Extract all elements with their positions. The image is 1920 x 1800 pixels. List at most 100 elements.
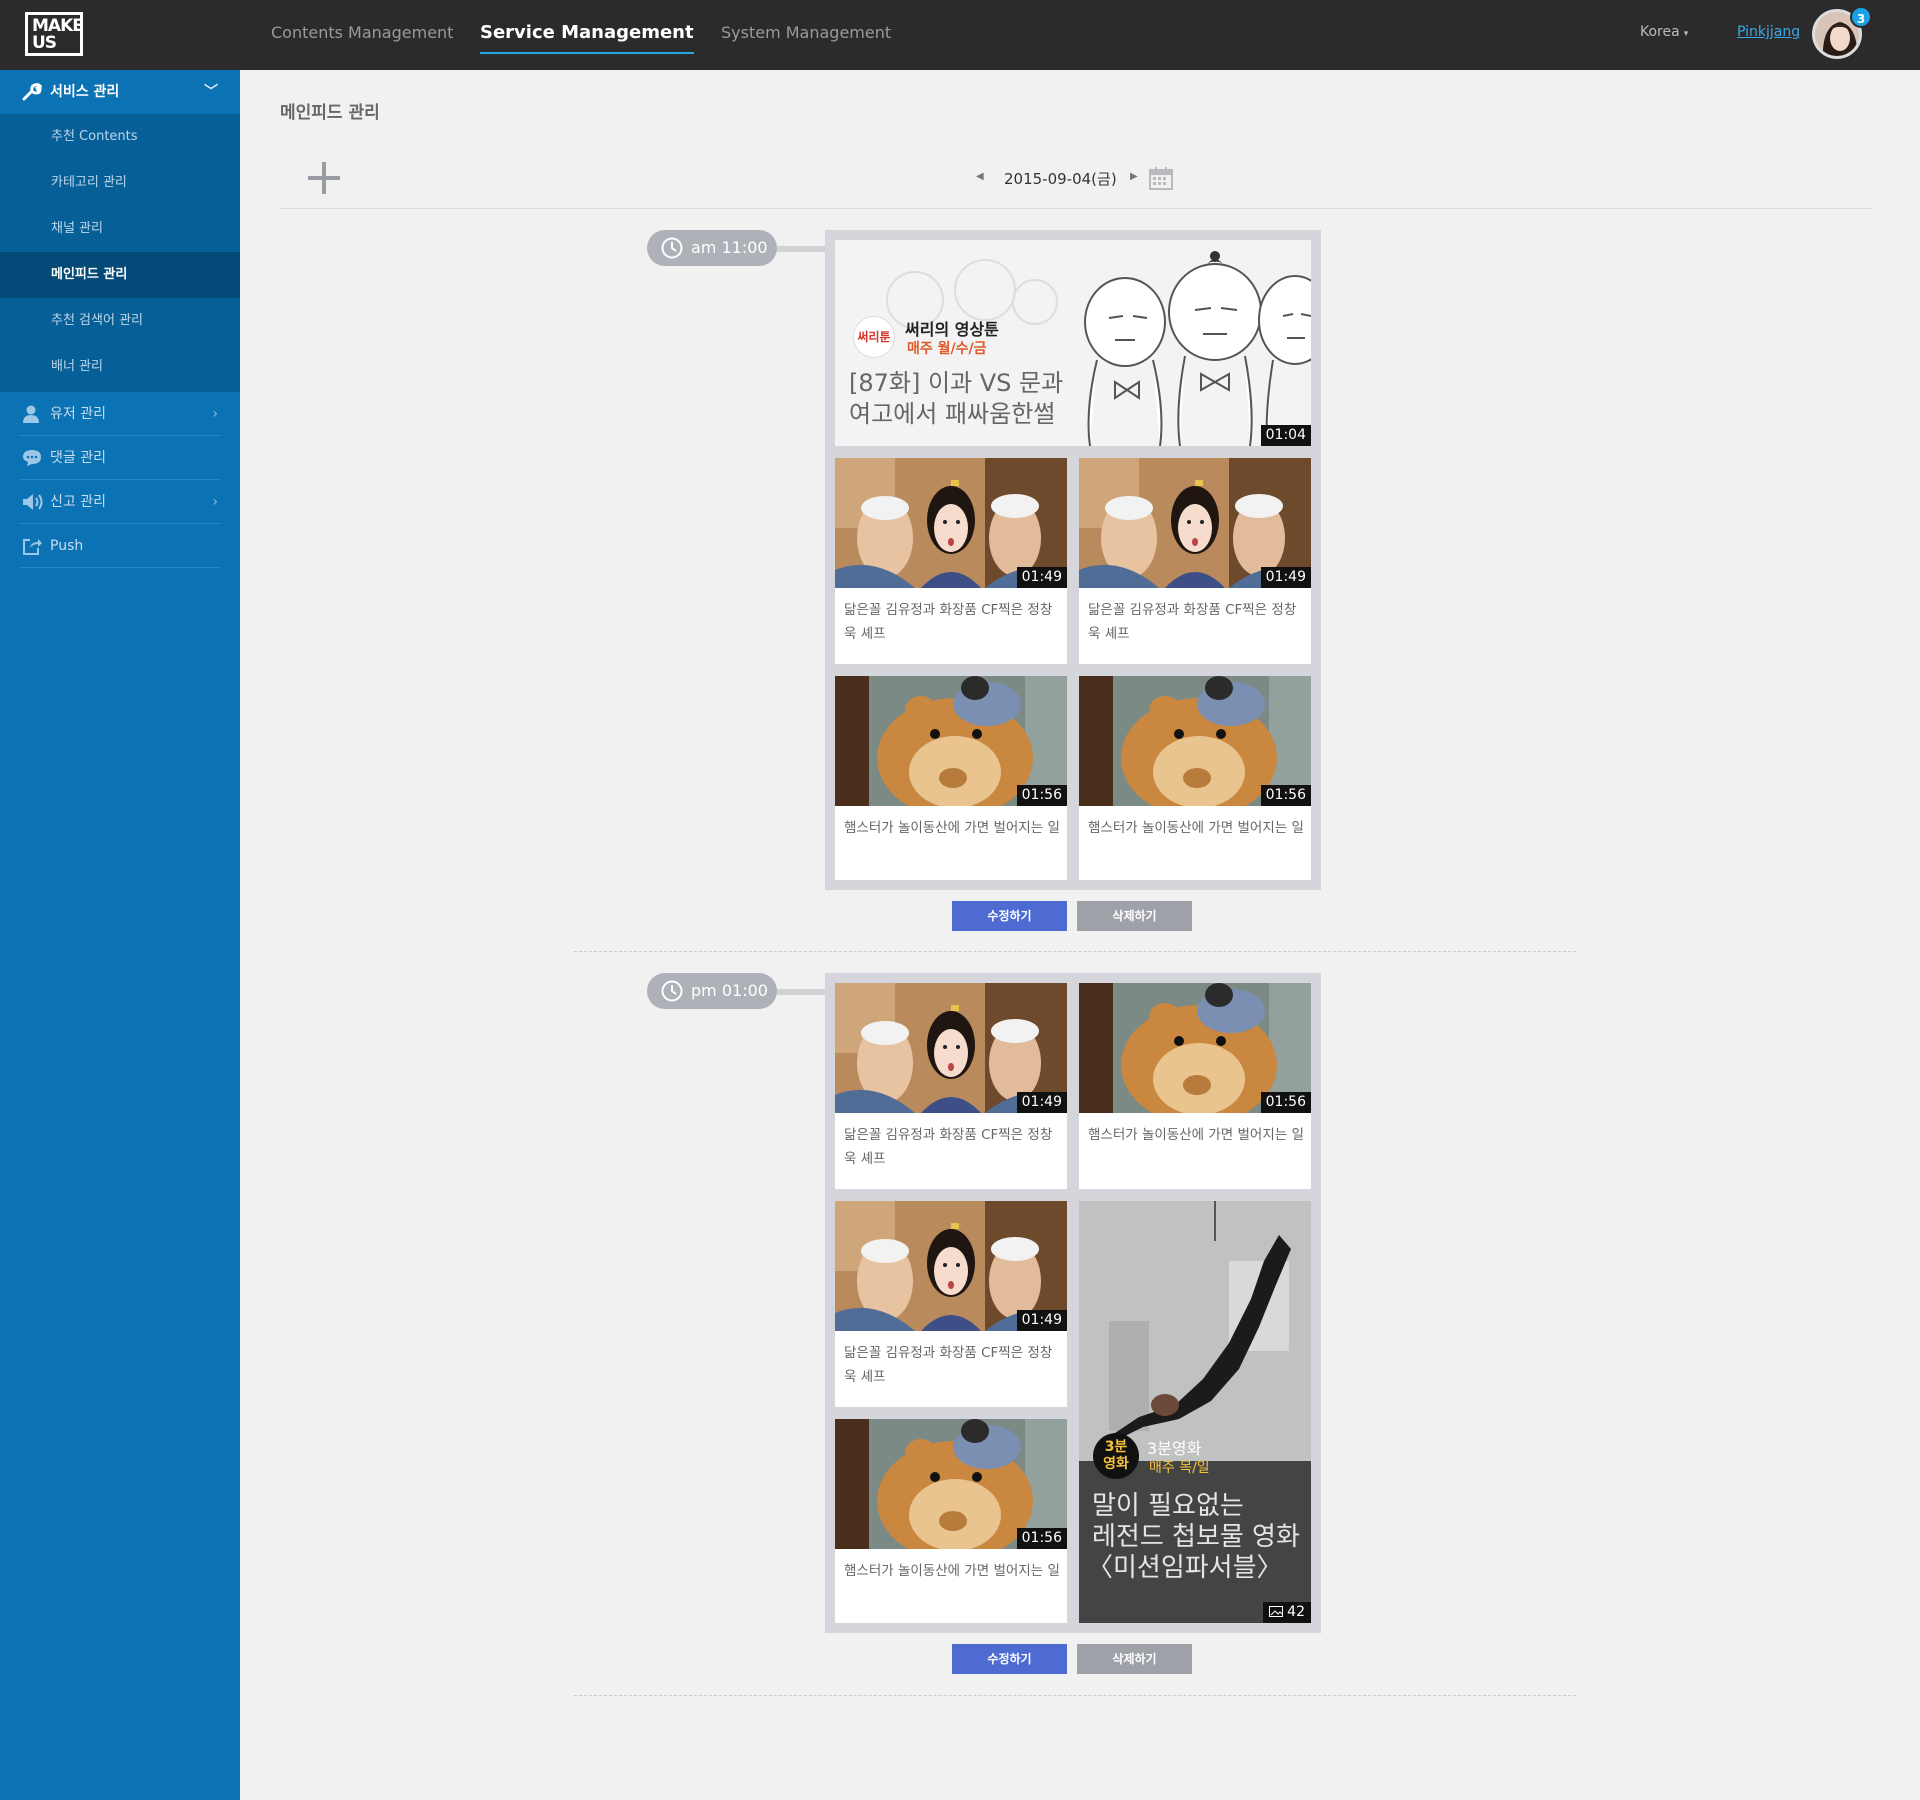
video-title: 닮은꼴 김유정과 화장품 CF찍은 정창욱 셰프 <box>844 1345 1053 1385</box>
sidebar-item-reports[interactable]: 신고 관리 › <box>20 480 220 524</box>
chevron-down-icon: ﹀ <box>204 84 218 100</box>
feed-box: 써리툰 써리의 영상툰 매주 월/수/금 [87화] 이과 VS 문과 여고에서… <box>825 230 1321 890</box>
hero-schedule: 매주 월/수/금 <box>907 341 987 357</box>
timeline-connector <box>777 246 825 252</box>
sidebar-item-label: Push <box>50 538 84 554</box>
duration-badge: 01:49 <box>1016 567 1067 588</box>
timeline-connector <box>777 989 825 995</box>
chevron-right-icon: › <box>212 494 218 510</box>
feed-video-card[interactable]: 01:56 햄스터가 놀이동산에 가면 벌어지는 일 <box>835 676 1067 880</box>
nav-service-management[interactable]: Service Management <box>480 0 694 70</box>
feed-time-pill: am 11:00 <box>647 230 777 266</box>
feed-video-card[interactable]: 01:56 햄스터가 놀이동산에 가면 벌어지는 일 <box>835 1419 1067 1623</box>
duration-badge: 01:49 <box>1260 567 1311 588</box>
region-selector[interactable]: Korea ▾ <box>1640 0 1688 66</box>
clock-icon <box>661 237 683 259</box>
video-title: 닮은꼴 김유정과 화장품 CF찍은 정창욱 셰프 <box>1088 602 1297 642</box>
username-link[interactable]: Pinkjjang <box>1737 0 1800 64</box>
duration-badge: 01:56 <box>1260 785 1311 806</box>
image-count-badge: 42 <box>1262 1602 1311 1623</box>
feed-video-card[interactable]: 01:56 햄스터가 놀이동산에 가면 벌어지는 일 <box>1079 983 1311 1189</box>
feed-video-card[interactable]: 01:49 닮은꼴 김유정과 화장품 CF찍은 정창욱 셰프 <box>1079 458 1311 664</box>
sidebar-item-channel[interactable]: 채널 관리 <box>0 206 240 252</box>
delete-button[interactable]: 삭제하기 <box>1077 1644 1192 1674</box>
prev-date-arrow-icon[interactable]: ◀ <box>976 171 984 182</box>
video-thumbnail: 01:56 <box>1079 676 1311 806</box>
video-thumbnail: 01:49 <box>835 458 1067 588</box>
video-title: 닮은꼴 김유정과 화장품 CF찍은 정창욱 셰프 <box>844 1127 1053 1167</box>
feed-video-card[interactable]: 01:49 닮은꼴 김유정과 화장품 CF찍은 정창욱 셰프 <box>835 983 1067 1189</box>
duration-badge: 01:56 <box>1016 785 1067 806</box>
sidebar-item-users[interactable]: 유저 관리 › <box>20 392 220 436</box>
next-date-arrow-icon[interactable]: ▶ <box>1130 171 1138 182</box>
movie-title-line3: 〈미션임파서블〉 <box>1087 1553 1283 1583</box>
movie-channel-name: 3분영화 <box>1147 1439 1202 1458</box>
sidebar-item-main-feed[interactable]: 메인피드 관리 <box>0 252 240 298</box>
sidebar-submenu: 추천 Contents 카테고리 관리 채널 관리 메인피드 관리 추천 검색어… <box>0 114 240 392</box>
chevron-right-icon: › <box>212 406 218 422</box>
clock-icon <box>661 980 683 1002</box>
feed-time-label: pm 01:00 <box>691 981 768 1000</box>
logo-line2: US <box>32 33 57 53</box>
sidebar: 서비스 관리 ﹀ 추천 Contents 카테고리 관리 채널 관리 메인피드 … <box>0 70 240 1800</box>
movie-title-line1: 말이 필요없는 <box>1092 1491 1244 1521</box>
delete-button[interactable]: 삭제하기 <box>1077 901 1192 931</box>
feed-video-card[interactable]: 01:56 햄스터가 놀이동산에 가면 벌어지는 일 <box>1079 676 1311 880</box>
sidebar-section-service[interactable]: 서비스 관리 ﹀ <box>0 70 240 114</box>
video-title: 햄스터가 놀이동산에 가면 벌어지는 일 <box>844 820 1060 836</box>
duration-badge: 01:56 <box>1016 1528 1067 1549</box>
feed-separator <box>574 1695 1576 1696</box>
share-icon <box>23 539 42 555</box>
caret-down-icon: ▾ <box>1683 29 1689 39</box>
video-thumbnail: 01:49 <box>1079 458 1311 588</box>
video-title: 닮은꼴 김유정과 화장품 CF찍은 정창욱 셰프 <box>844 602 1053 642</box>
sidebar-section-label: 서비스 관리 <box>50 84 120 100</box>
add-feed-button[interactable] <box>306 160 342 196</box>
sidebar-item-label: 신고 관리 <box>50 494 106 510</box>
sidebar-item-category[interactable]: 카테고리 관리 <box>0 160 240 206</box>
speech-bubble-icon <box>23 450 41 466</box>
nav-system-management[interactable]: System Management <box>721 0 891 70</box>
feed-time-pill: pm 01:00 <box>647 973 777 1009</box>
sidebar-item-comments[interactable]: 댓글 관리 <box>20 436 220 480</box>
movie-schedule: 매주 목/일 <box>1149 1460 1210 1476</box>
region-label: Korea <box>1640 24 1680 40</box>
feed-box: 01:49 닮은꼴 김유정과 화장품 CF찍은 정창욱 셰프 01:56 햄스터… <box>825 973 1321 1633</box>
duration-badge: 01:49 <box>1016 1092 1067 1113</box>
sidebar-item-banner[interactable]: 배너 관리 <box>0 344 240 390</box>
duration-badge: 01:04 <box>1260 425 1311 446</box>
sidebar-item-recommended-contents[interactable]: 추천 Contents <box>0 114 240 160</box>
feed-video-card[interactable]: 01:49 닮은꼴 김유정과 화장품 CF찍은 정창욱 셰프 <box>835 458 1067 664</box>
video-thumbnail: 01:56 <box>835 1419 1067 1549</box>
video-title: 햄스터가 놀이동산에 가면 벌어지는 일 <box>1088 820 1304 836</box>
page-title: 메인피드 관리 <box>280 103 380 123</box>
duration-badge: 01:49 <box>1016 1310 1067 1331</box>
sidebar-item-label: 댓글 관리 <box>50 450 106 466</box>
video-title: 햄스터가 놀이동산에 가면 벌어지는 일 <box>1088 1127 1304 1143</box>
toolbar-divider <box>280 208 1872 209</box>
video-title: 햄스터가 놀이동산에 가면 벌어지는 일 <box>844 1563 1060 1579</box>
wrench-icon <box>22 83 42 101</box>
feed-feature-card[interactable]: 3분 영화 3분영화 매주 목/일 말이 필요없는 레전드 첩보물 영화 〈미션… <box>1079 1201 1311 1623</box>
edit-button[interactable]: 수정하기 <box>952 901 1067 931</box>
duration-badge: 01:56 <box>1260 1092 1311 1113</box>
nav-contents-management[interactable]: Contents Management <box>271 0 453 70</box>
feed-hero-card[interactable]: 써리툰 써리의 영상툰 매주 월/수/금 [87화] 이과 VS 문과 여고에서… <box>835 240 1311 446</box>
hero-title-line2: 여고에서 패싸움한썰 <box>849 400 1056 428</box>
speaker-icon <box>23 494 43 510</box>
video-thumbnail: 01:49 <box>835 1201 1067 1331</box>
sidebar-item-label: 유저 관리 <box>50 406 106 422</box>
sidebar-item-push[interactable]: Push <box>20 524 220 568</box>
edit-button[interactable]: 수정하기 <box>952 1644 1067 1674</box>
movie-logo-line2: 영화 <box>1103 1456 1129 1472</box>
notification-badge[interactable]: 3 <box>1850 6 1872 28</box>
sidebar-item-search-keywords[interactable]: 추천 검색어 관리 <box>0 298 240 344</box>
movie-title-line2: 레전드 첩보물 영화 <box>1092 1522 1300 1552</box>
feed-video-card[interactable]: 01:49 닮은꼴 김유정과 화장품 CF찍은 정창욱 셰프 <box>835 1201 1067 1407</box>
video-thumbnail: 01:56 <box>1079 983 1311 1113</box>
calendar-icon[interactable] <box>1149 166 1173 190</box>
feed-time-label: am 11:00 <box>691 238 768 257</box>
user-icon <box>23 405 39 423</box>
makeus-logo[interactable]: MAKE US <box>25 12 84 56</box>
date-label: 2015-09-04(금) <box>1004 170 1117 188</box>
